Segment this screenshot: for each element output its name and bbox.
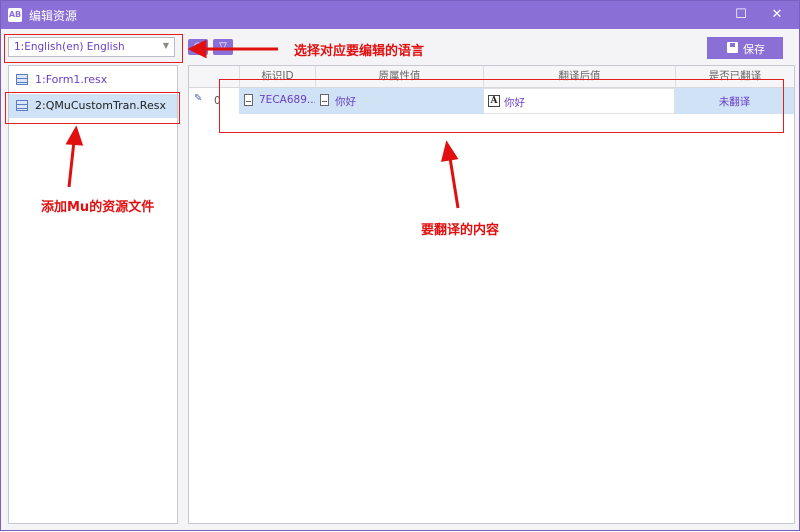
annotation-content-to-translate: 要翻译的内容 [421,223,500,238]
arrow-head-content [440,140,459,162]
arrow-head-file [65,125,84,146]
annotation-add-mu-resources: 添加Mu的资源文件 [41,200,155,215]
annotation-arrows [65,39,460,209]
edit-resource-window: AB 编辑资源 ☐ ✕ 1:English(en) English ▼ ◒ ▽ … [0,0,800,531]
arrow-content [448,157,460,209]
arrow-file [67,140,76,188]
annotation-select-language: 选择对应要编辑的语言 [294,44,425,59]
arrow-head-language [187,39,207,59]
